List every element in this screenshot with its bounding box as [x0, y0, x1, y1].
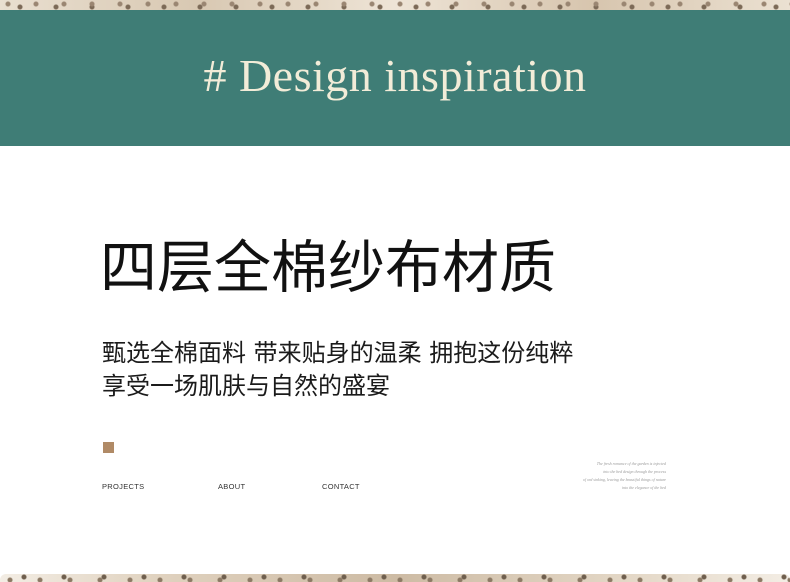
subtext: 甄选全棉面料 带来贴身的温柔 拥抱这份纯粹 享受一场肌肤与自然的盛宴 — [102, 337, 573, 403]
header-band: # Design inspiration — [0, 10, 790, 146]
quote-line-3: of ord sinking, leaving the beautiful th… — [582, 477, 666, 482]
floral-pattern-top-strip — [0, 0, 790, 10]
subtext-line-2: 享受一场肌肤与自然的盛宴 — [102, 372, 390, 400]
nav-link-projects[interactable]: PROJECTS — [102, 482, 144, 491]
nav-link-about[interactable]: ABOUT — [218, 482, 245, 491]
decorative-quote: The fresh romance of the garden is injec… — [540, 460, 666, 492]
accent-square — [103, 442, 114, 453]
quote-line-4: into the elegance of the bed — [621, 485, 666, 490]
floral-pattern-bottom-strip — [0, 574, 790, 582]
quote-line-1: The fresh romance of the garden is injec… — [596, 461, 666, 466]
header-title: # Design inspiration — [203, 49, 587, 101]
subtext-line-1: 甄选全棉面料 带来贴身的温柔 拥抱这份纯粹 — [102, 339, 574, 367]
nav-link-contact[interactable]: CONTACT — [322, 482, 360, 491]
quote-line-2: into the bed design through the process — [603, 469, 666, 474]
headline: 四层全棉纱布材质 — [100, 235, 556, 301]
